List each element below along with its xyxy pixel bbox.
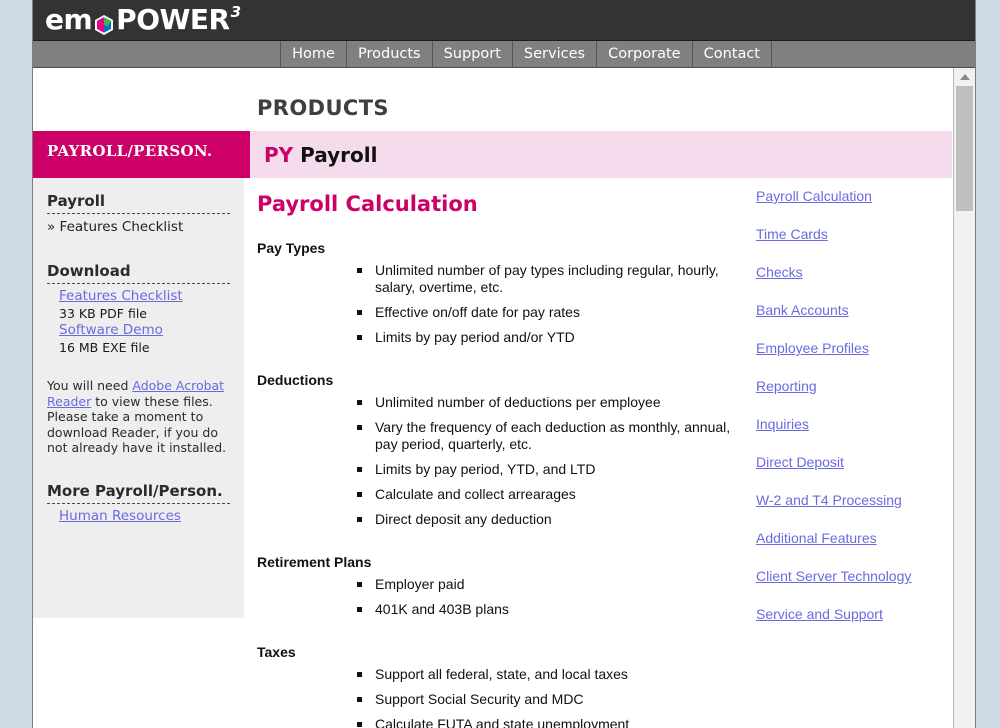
scrollbar-thumb[interactable] [956, 86, 973, 211]
list-item: Calculate and collect arrearages [357, 486, 737, 503]
divider [47, 283, 230, 284]
sidebar-body: Payroll » Features Checklist Download Fe… [33, 178, 244, 618]
left-sidebar: PAYROLL/PERSON. Payroll » Features Check… [33, 131, 244, 618]
sidebar-item-features-checklist[interactable]: » Features Checklist [47, 218, 230, 236]
divider [47, 502, 230, 504]
rightnav-link-direct-deposit[interactable]: Direct Deposit [756, 454, 946, 470]
download-meta-features-checklist: 33 KB PDF file [59, 306, 147, 321]
note-prefix: You will need [47, 378, 133, 393]
list-item: Calculate FUTA and state unemployment [357, 716, 737, 728]
nav-item-home[interactable]: Home [280, 41, 347, 67]
section-title-pay-types: Pay Types [257, 240, 326, 256]
list-item: Limits by pay period and/or YTD [357, 329, 737, 346]
rightnav-link-employee-profiles[interactable]: Employee Profiles [756, 340, 946, 356]
feature-list-pay-types: Unlimited number of pay types including … [257, 262, 737, 346]
rightnav-link-reporting[interactable]: Reporting [756, 378, 946, 394]
main-navigation: Home Products Support Services Corporate… [33, 41, 975, 68]
list-item: 401K and 403B plans [357, 601, 737, 618]
nav-item-contact[interactable]: Contact [691, 41, 772, 67]
sidebar-section-payroll-heading: Payroll [47, 192, 106, 210]
sidebar-header: PAYROLL/PERSON. [33, 131, 244, 178]
divider [47, 213, 230, 214]
product-name: Payroll [300, 142, 378, 167]
page-body: PRODUCTS PAYROLL/PERSON. Payroll » Featu… [33, 68, 975, 728]
scroll-up-arrow-icon[interactable] [954, 68, 975, 85]
section-title-retirement-plans: Retirement Plans [257, 554, 372, 570]
logo-text-em: em [45, 3, 93, 36]
feature-list-taxes: Support all federal, state, and local ta… [257, 666, 737, 728]
logo-text-power: POWER [116, 3, 230, 36]
section-title-taxes: Taxes [257, 644, 296, 660]
site-masthead: em POWER 3 [33, 0, 975, 41]
nav-item-support[interactable]: Support [431, 41, 513, 67]
rightnav-link-time-cards[interactable]: Time Cards [756, 226, 946, 242]
feature-list-retirement-plans: Employer paid 401K and 403B plans [257, 576, 737, 618]
download-meta-software-demo: 16 MB EXE file [59, 340, 150, 355]
list-item: Vary the frequency of each deduction as … [357, 419, 737, 453]
page-container: em POWER 3 Home Products Support Service… [32, 0, 976, 728]
download-link-software-demo[interactable]: Software Demo [47, 322, 230, 339]
list-item: Direct deposit any deduction [357, 511, 737, 528]
product-code: PY [264, 142, 294, 167]
right-sidebar-links: Payroll Calculation Time Cards Checks Ba… [756, 188, 946, 644]
nav-item-services[interactable]: Services [511, 41, 598, 67]
list-item: Unlimited number of pay types including … [357, 262, 737, 296]
download-link-features-checklist[interactable]: Features Checklist [47, 288, 230, 305]
list-item: Effective on/off date for pay rates [357, 304, 737, 321]
rightnav-link-client-server-technology[interactable]: Client Server Technology [756, 568, 946, 584]
feature-list-deductions: Unlimited number of deductions per emplo… [257, 394, 737, 528]
content-section-deductions: Deductions Unlimited number of deduction… [257, 372, 737, 528]
rightnav-link-w2-and-t4-processing[interactable]: W-2 and T4 Processing [756, 492, 946, 508]
list-item: Support Social Security and MDC [357, 691, 737, 708]
content-heading: Payroll Calculation [257, 192, 478, 216]
cube-logo-icon [93, 10, 115, 35]
rightnav-link-inquiries[interactable]: Inquiries [756, 416, 946, 432]
rightnav-link-payroll-calculation[interactable]: Payroll Calculation [756, 188, 946, 204]
rightnav-link-service-and-support[interactable]: Service and Support [756, 606, 946, 622]
vertical-scrollbar[interactable] [953, 68, 975, 728]
nav-item-products[interactable]: Products [345, 41, 433, 67]
rightnav-link-checks[interactable]: Checks [756, 264, 946, 280]
nav-item-corporate[interactable]: Corporate [596, 41, 693, 67]
logo-superscript: 3 [230, 2, 241, 21]
list-item: Unlimited number of deductions per emplo… [357, 394, 737, 411]
main-content: Payroll Calculation Pay Types Unlimited … [257, 192, 737, 728]
content-section-taxes: Taxes Support all federal, state, and lo… [257, 644, 737, 728]
content-section-retirement-plans: Retirement Plans Employer paid 401K and … [257, 554, 737, 618]
site-logo[interactable]: em POWER 3 [45, 2, 241, 37]
sidebar-section-download-heading: Download [47, 262, 131, 280]
acrobat-reader-note: You will need Adobe Acrobat Reader to vi… [47, 378, 230, 456]
list-item: Support all federal, state, and local ta… [357, 666, 737, 683]
list-item: Employer paid [357, 576, 737, 593]
page-title: PRODUCTS [257, 96, 389, 120]
product-banner: PY Payroll [244, 131, 952, 178]
sidebar-link-human-resources[interactable]: Human Resources [47, 508, 230, 525]
rightnav-link-bank-accounts[interactable]: Bank Accounts [756, 302, 946, 318]
sidebar-section-more-heading: More Payroll/Person. [47, 481, 223, 500]
section-title-deductions: Deductions [257, 372, 334, 388]
content-section-pay-types: Pay Types Unlimited number of pay types … [257, 240, 737, 346]
list-item: Limits by pay period, YTD, and LTD [357, 461, 737, 478]
rightnav-link-additional-features[interactable]: Additional Features [756, 530, 946, 546]
